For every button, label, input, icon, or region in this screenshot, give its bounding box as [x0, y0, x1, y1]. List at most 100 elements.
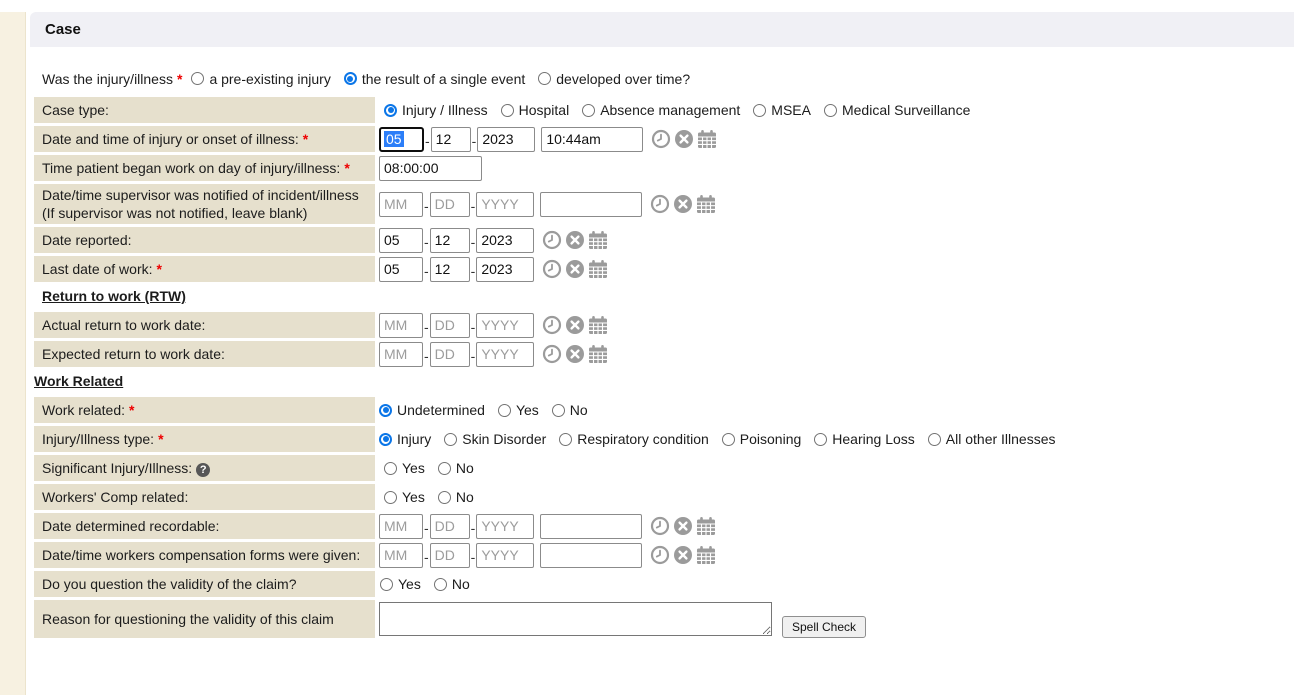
day-input[interactable] — [431, 127, 471, 152]
help-icon[interactable]: ? — [196, 463, 210, 477]
radio-button[interactable] — [824, 104, 837, 117]
calendar-icon[interactable] — [588, 315, 608, 335]
clear-icon[interactable] — [565, 230, 585, 250]
radio-button[interactable] — [191, 72, 204, 85]
spell-check-button[interactable]: Spell Check — [782, 616, 866, 638]
month-input[interactable] — [379, 257, 423, 282]
day-input[interactable] — [430, 192, 470, 217]
calendar-icon[interactable] — [696, 545, 716, 565]
calendar-icon[interactable] — [588, 259, 608, 279]
radio-button[interactable] — [444, 433, 457, 446]
radio-option-injury[interactable]: Injury — [379, 431, 431, 447]
radio-button[interactable] — [438, 491, 451, 504]
calendar-icon[interactable] — [697, 129, 717, 149]
clock-icon[interactable] — [542, 315, 562, 335]
time-input[interactable] — [540, 192, 642, 217]
radio-button[interactable] — [928, 433, 941, 446]
clock-icon[interactable] — [542, 230, 562, 250]
radio-button[interactable] — [379, 404, 392, 417]
radio-option-medical-surveillance[interactable]: Medical Surveillance — [824, 102, 970, 118]
clock-icon[interactable] — [650, 194, 670, 214]
clear-icon[interactable] — [565, 259, 585, 279]
radio-option-undetermined[interactable]: Undetermined — [379, 402, 485, 418]
clear-icon[interactable] — [673, 545, 693, 565]
month-input[interactable] — [379, 313, 423, 338]
clear-icon[interactable] — [673, 516, 693, 536]
radio-option-preexisting[interactable]: a pre-existing injury — [191, 71, 330, 87]
calendar-icon[interactable] — [588, 344, 608, 364]
day-input[interactable] — [430, 514, 470, 539]
radio-option-skin-disorder[interactable]: Skin Disorder — [444, 431, 546, 447]
radio-option-yes[interactable]: Yes — [380, 576, 421, 592]
clear-icon[interactable] — [673, 194, 693, 214]
clear-icon[interactable] — [565, 344, 585, 364]
reason-textarea[interactable] — [379, 602, 772, 636]
radio-option-no[interactable]: No — [438, 489, 474, 505]
radio-button[interactable] — [379, 433, 392, 446]
clock-icon[interactable] — [650, 516, 670, 536]
work-start-time-input[interactable] — [379, 156, 482, 181]
radio-button[interactable] — [384, 104, 397, 117]
year-input[interactable] — [476, 342, 534, 367]
day-input[interactable] — [430, 228, 470, 253]
calendar-icon[interactable] — [696, 516, 716, 536]
time-input[interactable] — [540, 514, 642, 539]
radio-button[interactable] — [384, 491, 397, 504]
year-input[interactable] — [476, 543, 534, 568]
radio-button[interactable] — [722, 433, 735, 446]
radio-option-poisoning[interactable]: Poisoning — [722, 431, 802, 447]
radio-button[interactable] — [380, 578, 393, 591]
year-input[interactable] — [477, 127, 535, 152]
radio-option-msea[interactable]: MSEA — [753, 102, 811, 118]
radio-option-over-time[interactable]: developed over time? — [538, 71, 690, 87]
radio-button[interactable] — [501, 104, 514, 117]
calendar-icon[interactable] — [588, 230, 608, 250]
month-input[interactable] — [379, 342, 423, 367]
radio-button[interactable] — [344, 72, 357, 85]
calendar-icon[interactable] — [696, 194, 716, 214]
radio-button[interactable] — [538, 72, 551, 85]
year-input[interactable] — [476, 192, 534, 217]
radio-button[interactable] — [498, 404, 511, 417]
time-input[interactable] — [540, 543, 642, 568]
month-input[interactable] — [379, 543, 423, 568]
clock-icon[interactable] — [542, 259, 562, 279]
clock-icon[interactable] — [651, 129, 671, 149]
radio-option-respiratory[interactable]: Respiratory condition — [559, 431, 709, 447]
radio-option-hearing-loss[interactable]: Hearing Loss — [814, 431, 915, 447]
radio-option-injury-illness[interactable]: Injury / Illness — [384, 102, 488, 118]
radio-button[interactable] — [559, 433, 572, 446]
year-input[interactable] — [476, 228, 534, 253]
radio-option-yes[interactable]: Yes — [384, 460, 425, 476]
month-input[interactable] — [379, 192, 423, 217]
clock-icon[interactable] — [542, 344, 562, 364]
radio-button[interactable] — [814, 433, 827, 446]
clear-icon[interactable] — [674, 129, 694, 149]
month-input[interactable] — [379, 228, 423, 253]
day-input[interactable] — [430, 543, 470, 568]
radio-option-yes[interactable]: Yes — [384, 489, 425, 505]
radio-button[interactable] — [438, 462, 451, 475]
radio-option-hospital[interactable]: Hospital — [501, 102, 570, 118]
radio-option-all-other[interactable]: All other Illnesses — [928, 431, 1056, 447]
radio-button[interactable] — [384, 462, 397, 475]
day-input[interactable] — [430, 313, 470, 338]
clear-icon[interactable] — [565, 315, 585, 335]
radio-button[interactable] — [552, 404, 565, 417]
day-input[interactable] — [430, 257, 470, 282]
radio-button[interactable] — [434, 578, 447, 591]
year-input[interactable] — [476, 514, 534, 539]
clock-icon[interactable] — [650, 545, 670, 565]
radio-button[interactable] — [582, 104, 595, 117]
year-input[interactable] — [476, 313, 534, 338]
time-input[interactable] — [541, 127, 643, 152]
radio-option-no[interactable]: No — [438, 460, 474, 476]
radio-option-no[interactable]: No — [434, 576, 470, 592]
radio-option-no[interactable]: No — [552, 402, 588, 418]
day-input[interactable] — [430, 342, 470, 367]
radio-option-single-event[interactable]: the result of a single event — [344, 71, 525, 87]
month-input[interactable] — [379, 514, 423, 539]
year-input[interactable] — [476, 257, 534, 282]
radio-option-yes[interactable]: Yes — [498, 402, 539, 418]
radio-button[interactable] — [753, 104, 766, 117]
